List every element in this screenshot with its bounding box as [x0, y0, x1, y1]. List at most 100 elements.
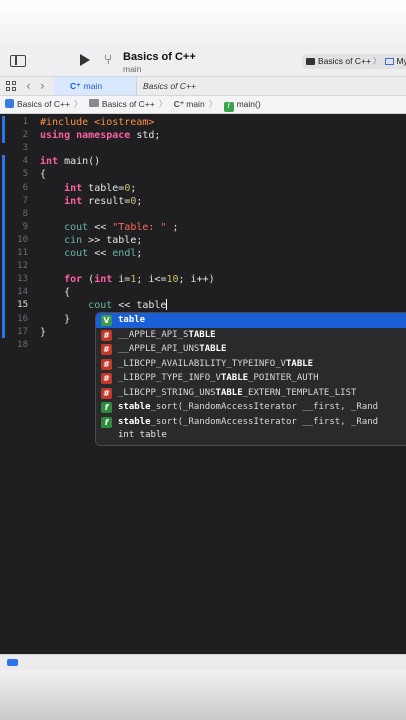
code-line: {: [40, 286, 70, 299]
code-line: {: [40, 168, 46, 181]
completion-text-match: TABLE: [215, 387, 243, 398]
breadcrumb-item[interactable]: Basics of C++: [102, 99, 155, 109]
completion-text-match: stable: [118, 416, 151, 427]
tab-bar: ‹ › C⁺ main Basics of C++: [0, 76, 406, 96]
code-token: >> table;: [82, 234, 143, 246]
macro-badge-icon: #: [101, 358, 112, 370]
completion-text-match: table: [118, 315, 146, 325]
completion-text-match: TABLE: [188, 329, 216, 340]
code-token: ;: [136, 248, 143, 259]
code-line: int result=0;: [40, 195, 142, 208]
line-number: 3: [22, 143, 28, 154]
breadcrumb-item[interactable]: main(): [237, 99, 261, 109]
code-token: 10: [166, 274, 179, 286]
sidebar-toggle-icon[interactable]: [10, 55, 26, 67]
completion-text-pre: _LIBCPP_TYPE_INFO_V: [118, 373, 221, 383]
line-number: 1: [22, 117, 28, 127]
run-icon[interactable]: [80, 54, 90, 66]
toolbar: ⑂ Basics of C++ main Basics of C++ 〉 My: [0, 46, 406, 76]
completion-item[interactable]: f stable_sort(_RandomAccessIterator __fir…: [96, 400, 406, 415]
completion-text-pre: __APPLE_API_S: [118, 329, 189, 340]
completion-popup: f stable_sort(_RandomAccessIterator __fir…: [95, 312, 406, 446]
code-line: int main(): [40, 155, 100, 168]
completion-text-post: _sort(_RandomAccessIterator __first, _Ra…: [150, 402, 379, 412]
code-token: ; i<=: [136, 274, 167, 286]
breadcrumb-item[interactable]: Basics of C++: [17, 99, 70, 109]
tab-label: main: [83, 81, 103, 91]
code-line: using namespace std;: [40, 129, 160, 142]
branch-name[interactable]: main: [123, 64, 141, 74]
debug-area-toggle-icon[interactable]: [7, 659, 18, 666]
line-number: 10: [17, 234, 28, 245]
code-token: cout: [64, 248, 89, 259]
tab-project[interactable]: Basics of C++: [136, 77, 256, 95]
line-number: 13: [17, 274, 28, 285]
line-number: 12: [17, 261, 28, 272]
function-icon: f: [223, 102, 234, 112]
branch-icon: ⑂: [104, 52, 113, 68]
completion-text-pre: _LIBCPP_STRING_UNS: [118, 387, 216, 398]
code-token: #include <iostream>: [40, 117, 155, 128]
line-number: 6: [22, 182, 28, 193]
completion-detail: int table: [118, 430, 167, 440]
code-line: cin >> table;: [40, 234, 142, 247]
cpp-file-icon: C⁺: [70, 81, 81, 91]
code-token: }: [40, 326, 47, 338]
line-number: 5: [22, 169, 28, 180]
completion-item[interactable]: # _LIBCPP_AVAILABILITY_TYPEINFO_VTABLE: [96, 357, 406, 372]
mac-icon: [385, 58, 395, 65]
line-number: 2: [22, 130, 28, 141]
debug-bar: [0, 654, 406, 670]
folder-icon: [88, 99, 99, 107]
line-number: 11: [17, 248, 28, 258]
bottom-edge: [0, 670, 406, 720]
tab-main[interactable]: C⁺ main: [54, 77, 136, 95]
completion-item[interactable]: Vtable: [96, 313, 406, 328]
code-token: i=: [112, 274, 131, 286]
code-line: for (int i=1; i<=10; i++): [40, 273, 215, 286]
breadcrumb-item[interactable]: main: [186, 99, 204, 109]
related-items-icon[interactable]: [6, 81, 16, 91]
cpp-file-icon: C⁺: [173, 99, 185, 109]
completion-text-match: stable: [118, 402, 151, 412]
code-line: cout << endl;: [40, 247, 142, 260]
completion-item[interactable]: # _LIBCPP_TYPE_INFO_VTABLE_POINTER_AUTH: [96, 371, 406, 386]
line-number: 17: [17, 326, 28, 337]
code-token: using namespace: [40, 130, 131, 142]
forward-icon[interactable]: ›: [40, 79, 45, 93]
completion-text-pre: __APPLE_API_UNS: [118, 344, 200, 354]
back-icon[interactable]: ‹: [26, 79, 31, 93]
code-token: int: [64, 182, 83, 194]
line-number: 9: [22, 221, 28, 232]
line-number: 18: [17, 339, 28, 350]
code-token: int: [40, 156, 59, 168]
line-number: 8: [22, 208, 28, 219]
line-number: 15: [17, 300, 28, 311]
code-token: ;: [130, 182, 137, 194]
code-token: "Table: ": [112, 221, 167, 233]
macro-badge-icon: #: [101, 373, 112, 384]
completion-text-match: TABLE: [199, 344, 227, 354]
tab-label: Basics of C++: [143, 81, 196, 91]
completion-text-post: _sort(_RandomAccessIterator __first, _Ra…: [150, 416, 379, 427]
completion-item[interactable]: f stable_sort(_RandomAccessIterator __fir…: [96, 415, 406, 430]
change-bar: [2, 116, 5, 143]
completion-text-match: TABLE: [285, 358, 314, 369]
code-token: ; i++): [178, 274, 215, 286]
code-token: ;: [136, 195, 143, 207]
terminal-icon: [306, 58, 315, 65]
completion-text-post: _POINTER_AUTH: [248, 373, 319, 383]
completion-item[interactable]: # __APPLE_API_STABLE: [96, 328, 406, 343]
code-line: cout << "Table: " ;: [40, 221, 178, 234]
completion-item[interactable]: # __APPLE_API_UNSTABLE: [96, 342, 406, 357]
scheme-selector[interactable]: Basics of C++ 〉 My: [302, 54, 406, 69]
completion-item[interactable]: # _LIBCPP_STRING_UNSTABLE_EXTERN_TEMPLATE…: [96, 386, 406, 401]
scheme-label: Basics of C++: [318, 56, 371, 66]
code-token: {: [40, 287, 71, 299]
code-line: }: [40, 313, 70, 326]
